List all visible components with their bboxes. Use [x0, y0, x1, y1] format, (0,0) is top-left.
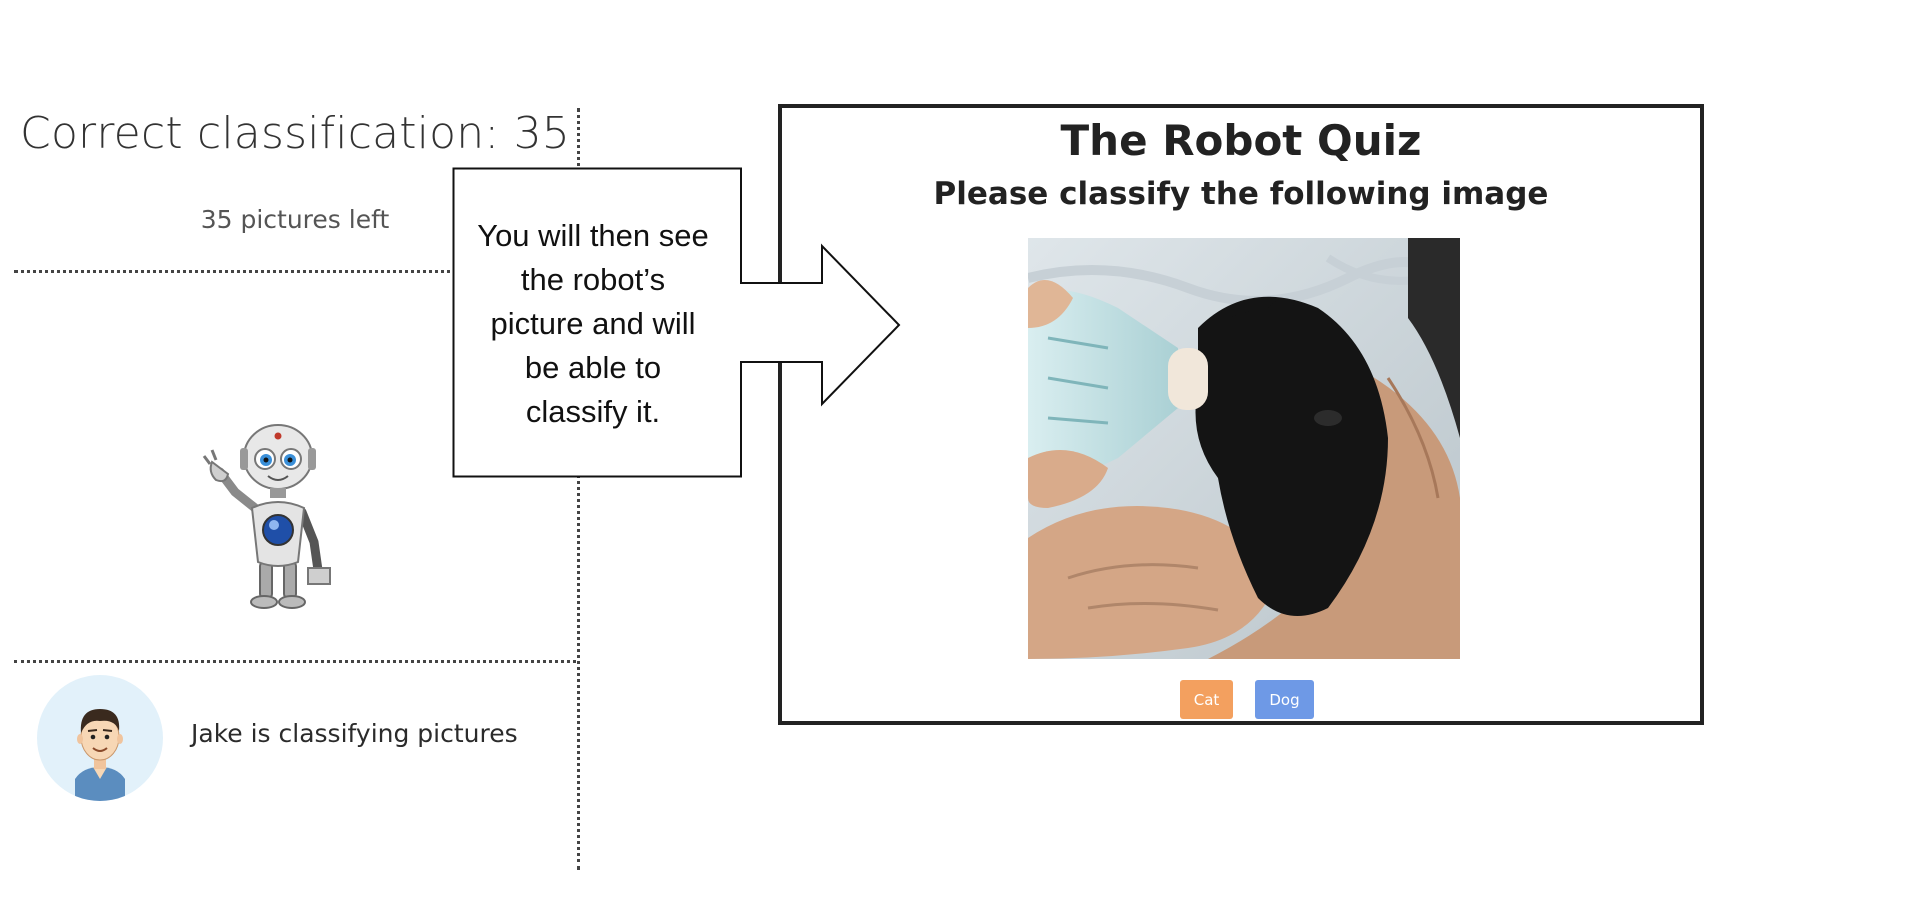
player-avatar: [37, 675, 163, 801]
quiz-instruction: Please classify the following image: [933, 176, 1549, 212]
callout-line: the robot’s: [520, 262, 666, 297]
callout-text: You will then see the robot’s picture an…: [462, 214, 724, 434]
quiz-panel: The Robot Quiz Please classify the follo…: [778, 104, 1704, 725]
correct-classification-score: Correct classification: 35: [20, 108, 570, 159]
callout-line: picture and will: [490, 306, 696, 341]
robot-mascot-icon: [202, 424, 331, 609]
callout-line: classify it.: [525, 394, 661, 429]
callout-line: You will then see: [477, 218, 709, 253]
divider-top: [14, 270, 458, 273]
cat-button[interactable]: Cat: [1180, 680, 1233, 719]
person-avatar-icon: [75, 709, 125, 801]
dog-button[interactable]: Dog: [1255, 680, 1314, 719]
quiz-title: The Robot Quiz: [1060, 116, 1422, 165]
divider-bottom: [14, 660, 576, 663]
quiz-image: [1028, 238, 1460, 659]
player-status-text: Jake is classifying pictures: [191, 719, 518, 748]
callout-line: be able to: [524, 350, 662, 385]
